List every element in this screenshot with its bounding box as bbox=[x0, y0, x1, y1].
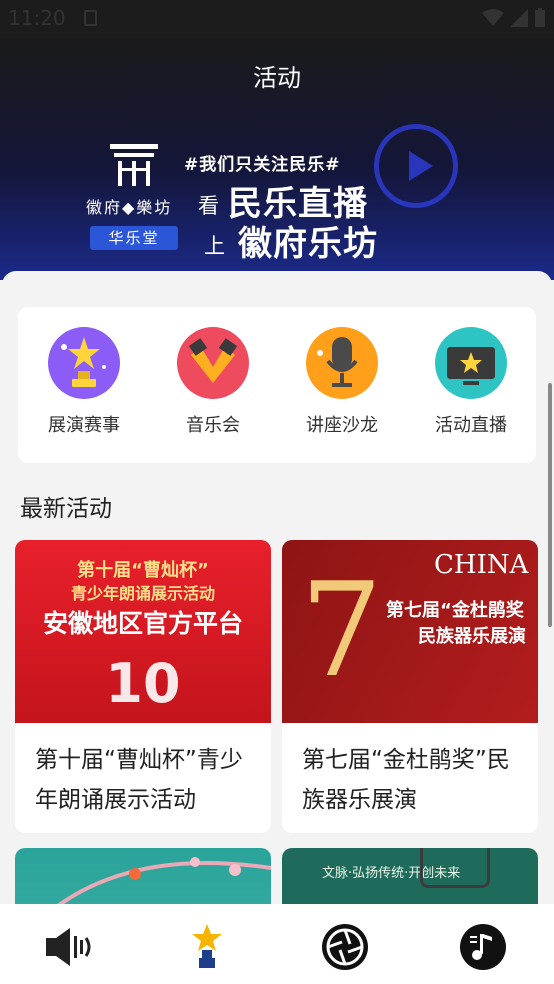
speaker-tab[interactable] bbox=[44, 922, 94, 972]
category-label: 音乐会 bbox=[186, 415, 240, 436]
battery-icon bbox=[535, 8, 545, 27]
poster-number: 7 bbox=[300, 554, 383, 706]
tv-star-icon bbox=[435, 327, 507, 399]
banner-shang: 上 bbox=[204, 234, 225, 258]
poster-ornament bbox=[420, 848, 490, 888]
status-icons bbox=[482, 8, 546, 28]
latest-activities-title: 最新活动 bbox=[20, 496, 112, 522]
content-panel[interactable]: 展演赛事 音乐会 讲座沙龙 活动直播 最新活动 第十届“曹灿杯” 青少年朗诵展示… bbox=[2, 271, 552, 911]
category-label: 活动直播 bbox=[435, 415, 507, 436]
category-label: 讲座沙龙 bbox=[306, 415, 378, 436]
sim-card-icon bbox=[84, 10, 97, 26]
status-time: 11:20 bbox=[8, 6, 66, 30]
activity-poster: CHINA 7 第七届“金杜鹃奖 民族器乐展演 bbox=[282, 540, 538, 723]
play-icon bbox=[374, 124, 458, 208]
activity-card[interactable]: 文脉·弘扬传统·开创未来 bbox=[282, 848, 538, 911]
aperture-icon bbox=[322, 924, 368, 970]
logo-text: 徽府◆樂坊 bbox=[86, 198, 173, 217]
trophy-icon bbox=[48, 327, 120, 399]
poster-line: 安徽地区官方平台 bbox=[42, 609, 243, 638]
header: 活动 徽府◆樂坊 华乐堂 #我们只关注民乐# 看 上 民乐直播 徽府乐坊 bbox=[0, 38, 554, 280]
poster-line: 民族器乐展演 bbox=[418, 626, 526, 647]
wifi-icon bbox=[482, 9, 504, 26]
poster-line: 第十届“曹灿杯” bbox=[77, 560, 209, 581]
logo-badge: 华乐堂 bbox=[90, 226, 178, 250]
activity-tab[interactable] bbox=[182, 922, 232, 972]
spotlight-icon bbox=[177, 327, 249, 399]
speaker-icon bbox=[46, 928, 91, 966]
activity-card[interactable]: 第十届“曹灿杯” 青少年朗诵展示活动 安徽地区官方平台 10 第十届“曹灿杯”青… bbox=[15, 540, 271, 833]
banner-kan: 看 bbox=[198, 194, 219, 218]
flower-branch-icon bbox=[53, 857, 271, 908]
activity-poster: 第十届“曹灿杯” 青少年朗诵展示活动 安徽地区官方平台 10 bbox=[15, 540, 271, 723]
poster-header: CHINA bbox=[434, 550, 529, 580]
music-note-icon bbox=[460, 924, 506, 970]
page-title: 活动 bbox=[253, 64, 301, 92]
category-concert[interactable]: 音乐会 bbox=[163, 327, 263, 447]
live-banner[interactable]: 徽府◆樂坊 华乐堂 #我们只关注民乐# 看 上 民乐直播 徽府乐坊 bbox=[0, 108, 554, 288]
activity-poster bbox=[15, 848, 271, 911]
category-card: 展演赛事 音乐会 讲座沙龙 活动直播 bbox=[18, 307, 536, 463]
category-exhibition[interactable]: 展演赛事 bbox=[34, 327, 134, 447]
category-lecture[interactable]: 讲座沙龙 bbox=[292, 327, 392, 447]
bottom-tabbar bbox=[0, 904, 554, 984]
scrollbar[interactable] bbox=[548, 383, 552, 627]
signal-icon bbox=[510, 9, 528, 27]
logo-emblem-icon bbox=[110, 144, 158, 186]
banner-main-line2: 徽府乐坊 bbox=[238, 224, 378, 264]
activity-poster: 文脉·弘扬传统·开创未来 bbox=[282, 848, 538, 911]
poster-number: 10 bbox=[105, 652, 181, 715]
status-bar: 11:20 bbox=[0, 0, 554, 38]
star-tower-icon bbox=[192, 924, 222, 968]
category-live[interactable]: 活动直播 bbox=[421, 327, 521, 447]
music-tab[interactable] bbox=[458, 922, 508, 972]
category-label: 展演赛事 bbox=[48, 415, 120, 436]
activity-card[interactable] bbox=[15, 848, 271, 911]
activity-title: 第十届“曹灿杯”青少年朗诵展示活动 bbox=[35, 747, 243, 813]
microphone-icon bbox=[306, 327, 378, 399]
activity-card[interactable]: CHINA 7 第七届“金杜鹃奖 民族器乐展演 第七届“金杜鹃奖”民族器乐展演 bbox=[282, 540, 538, 833]
shutter-tab[interactable] bbox=[320, 922, 370, 972]
poster-line: 第七届“金杜鹃奖 bbox=[386, 600, 524, 621]
banner-tagline: #我们只关注民乐# bbox=[184, 155, 341, 175]
poster-line: 青少年朗诵展示活动 bbox=[70, 584, 215, 603]
activity-title: 第七届“金杜鹃奖”民族器乐展演 bbox=[302, 747, 510, 813]
